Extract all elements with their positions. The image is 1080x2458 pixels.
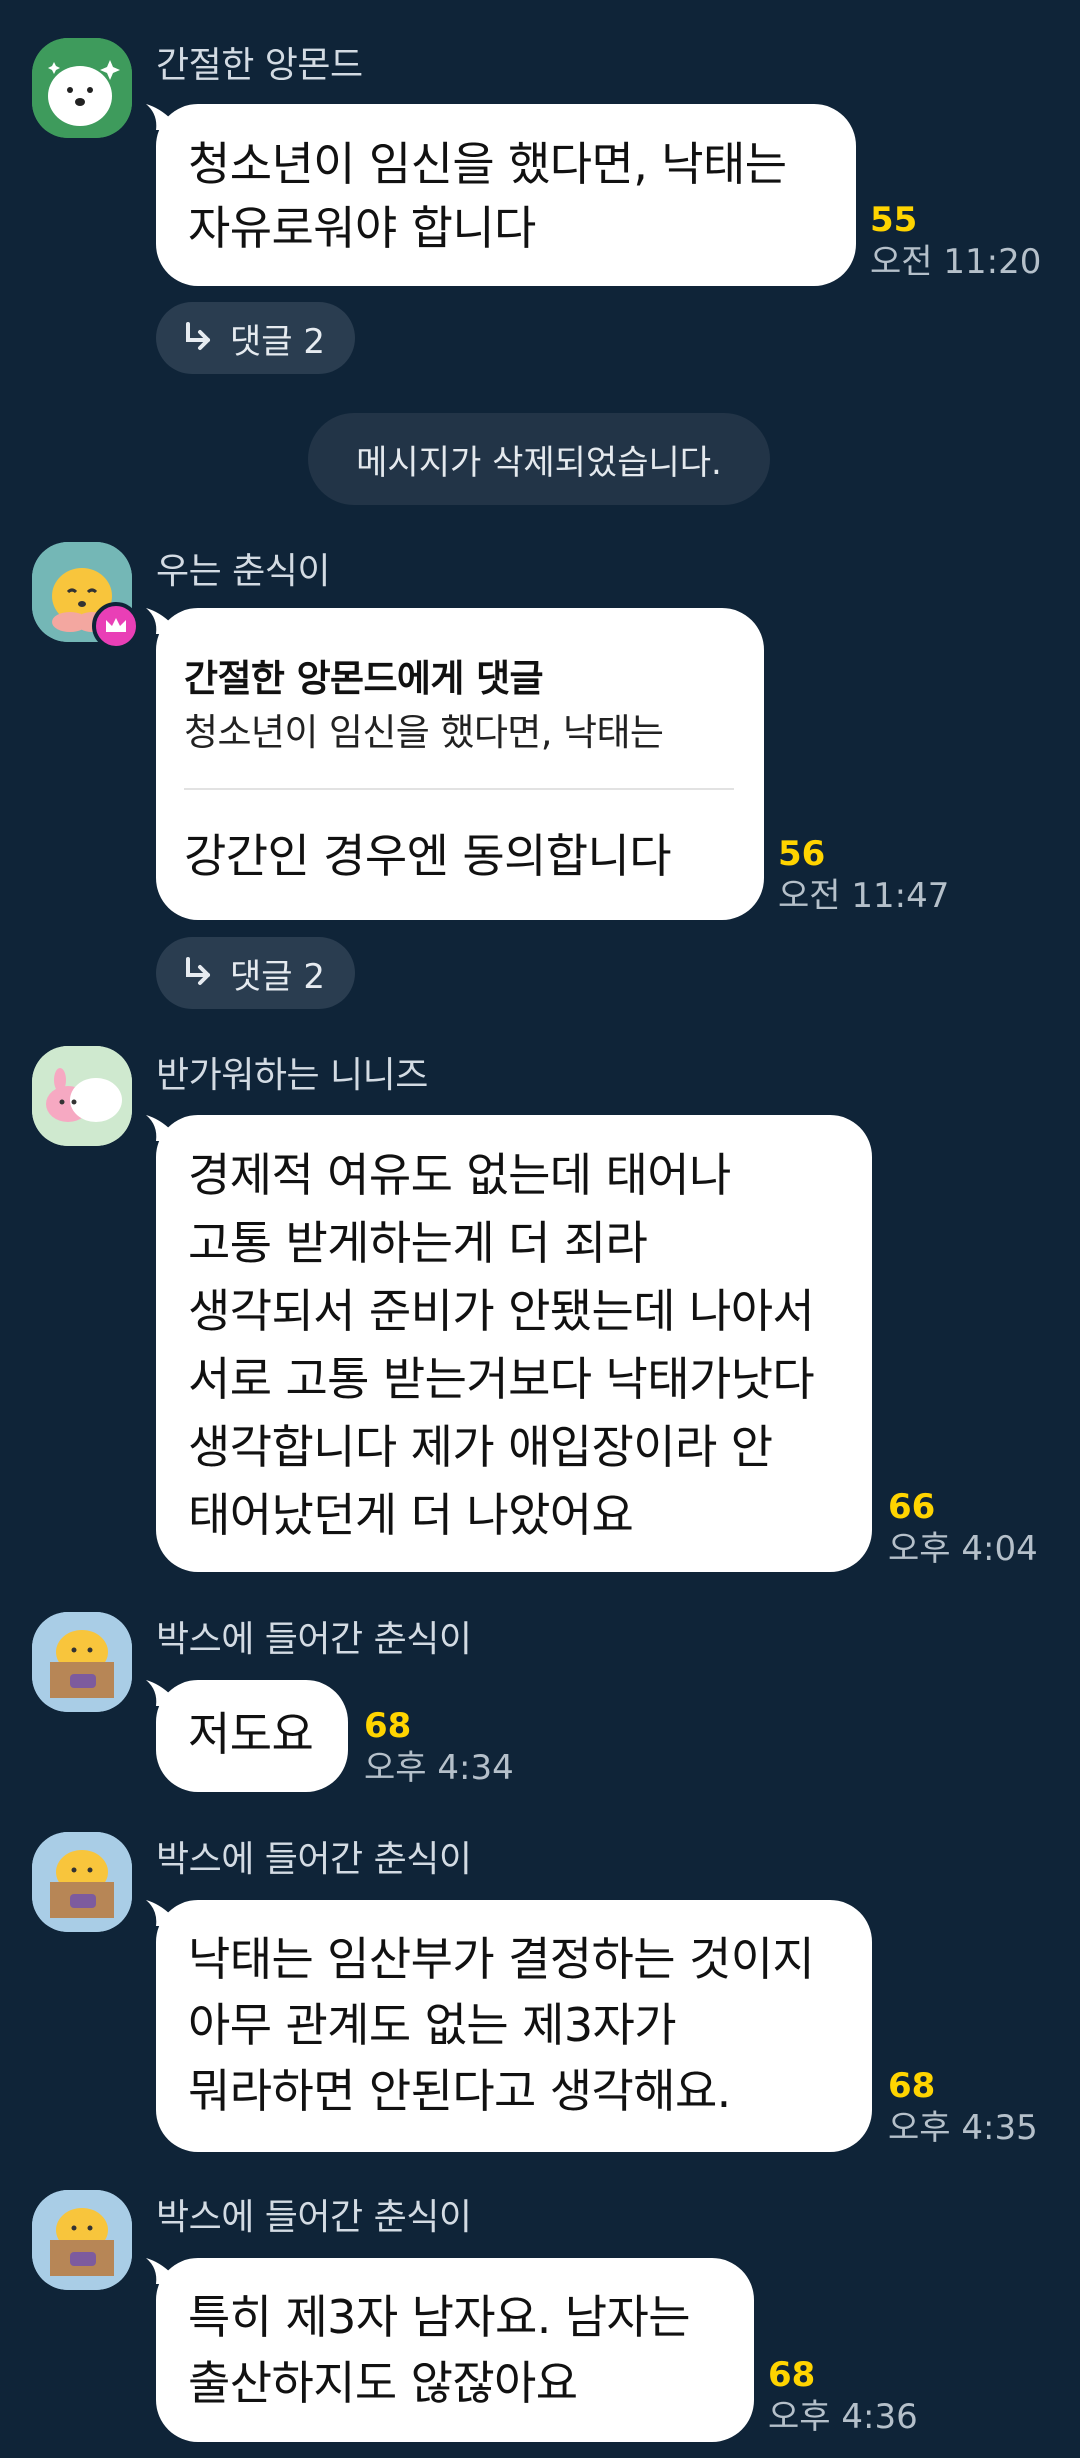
deleted-message-notice: 메시지가 삭제되었습니다. <box>308 413 770 505</box>
message-meta: 68 오후 4:36 <box>768 2355 918 2439</box>
message-line: 뭐라하면 안된다고 생각해요. <box>188 2064 731 2118</box>
message-line: 고통 받게하는게 더 죄라 <box>188 1216 648 1270</box>
unread-count: 68 <box>768 2355 816 2395</box>
message-line: 특히 제3자 남자요. 남자는 <box>188 2290 691 2344</box>
sender-name: 박스에 들어간 춘식이 <box>156 1839 472 1880</box>
timestamp: 오후 4:36 <box>768 2397 918 2437</box>
crown-badge-icon <box>92 602 140 650</box>
reply-count-label: 댓글 2 <box>230 956 325 997</box>
message-line: 생각합니다 제가 애입장이라 안 <box>188 1420 773 1474</box>
message-line: 서로 고통 받는거보다 낙태가낫다 <box>188 1352 815 1406</box>
reply-thread-button[interactable]: 댓글 2 <box>156 302 355 374</box>
message-line: 생각되서 준비가 안됐는데 나아서 <box>188 1284 815 1338</box>
message-line: 태어났던게 더 나았어요 <box>188 1488 634 1542</box>
timestamp: 오후 4:04 <box>888 1529 1038 1569</box>
niniz-characters-icon[interactable] <box>32 1046 132 1146</box>
timestamp: 오후 4:35 <box>888 2108 1038 2148</box>
message-meta: 66 오후 4:04 <box>888 1487 1038 1571</box>
timestamp: 오후 4:34 <box>364 1748 514 1788</box>
choonsik-in-box-icon[interactable] <box>32 2190 132 2290</box>
reply-count-label: 댓글 2 <box>230 321 325 362</box>
message-line: 출산하지도 않잖아요 <box>188 2356 578 2410</box>
reply-quote-text: 청소년이 임신을 했다면, 낙태는 <box>184 711 664 754</box>
sender-name: 박스에 들어간 춘식이 <box>156 1619 472 1660</box>
unread-count: 66 <box>888 1487 936 1527</box>
timestamp: 오전 11:20 <box>870 242 1042 282</box>
message-meta: 55 오전 11:20 <box>870 200 1041 284</box>
message-line: 저도요 <box>188 1707 314 1761</box>
almond-character-icon[interactable] <box>32 38 132 138</box>
message-bubble[interactable]: 경제적 여유도 없는데 태어나 고통 받게하는게 더 죄라 생각되서 준비가 안… <box>156 1115 872 1572</box>
sender-name: 반가워하는 니니즈 <box>156 1055 428 1096</box>
sender-name: 박스에 들어간 춘식이 <box>156 2197 472 2238</box>
choonsik-in-box-icon[interactable] <box>32 1612 132 1712</box>
unread-count: 68 <box>888 2066 936 2106</box>
message-bubble[interactable]: 저도요 <box>156 1680 348 1792</box>
message-bubble[interactable]: 청소년이 임신을 했다면, 낙태는 자유로워야 합니다 <box>156 104 856 286</box>
message-meta: 68 오후 4:35 <box>888 2066 1038 2150</box>
reply-quote-title: 간절한 앙몬드에게 댓글 <box>184 657 544 700</box>
unread-count: 56 <box>778 834 826 874</box>
message-meta: 68 오후 4:34 <box>364 1706 514 1790</box>
reply-arrow-icon <box>186 322 210 350</box>
sender-name: 우는 춘식이 <box>156 551 331 592</box>
choonsik-in-box-icon[interactable] <box>32 1832 132 1932</box>
reply-arrow-icon <box>186 957 210 985</box>
message-line: 경제적 여유도 없는데 태어나 <box>188 1148 731 1202</box>
timestamp: 오전 11:47 <box>778 876 950 916</box>
message-meta: 56 오전 11:47 <box>778 834 949 918</box>
sender-name: 간절한 앙몬드 <box>156 45 363 86</box>
message-bubble[interactable]: 특히 제3자 남자요. 남자는 출산하지도 않잖아요 <box>156 2258 754 2442</box>
message-bubble[interactable]: 낙태는 임산부가 결정하는 것이지 아무 관계도 없는 제3자가 뭐라하면 안된… <box>156 1900 872 2152</box>
message-line: 강간인 경우엔 동의합니다 <box>184 829 672 883</box>
message-line: 낙태는 임산부가 결정하는 것이지 <box>188 1932 815 1986</box>
message-line: 아무 관계도 없는 제3자가 <box>188 1998 677 2052</box>
quote-divider <box>184 788 734 790</box>
unread-count: 55 <box>870 200 918 240</box>
unread-count: 68 <box>364 1706 412 1746</box>
reply-thread-button[interactable]: 댓글 2 <box>156 937 355 1009</box>
message-bubble[interactable]: 간절한 앙몬드에게 댓글 청소년이 임신을 했다면, 낙태는 강간인 경우엔 동… <box>156 608 764 920</box>
message-line: 청소년이 임신을 했다면, 낙태는 <box>188 137 787 191</box>
message-line: 자유로워야 합니다 <box>188 201 536 255</box>
